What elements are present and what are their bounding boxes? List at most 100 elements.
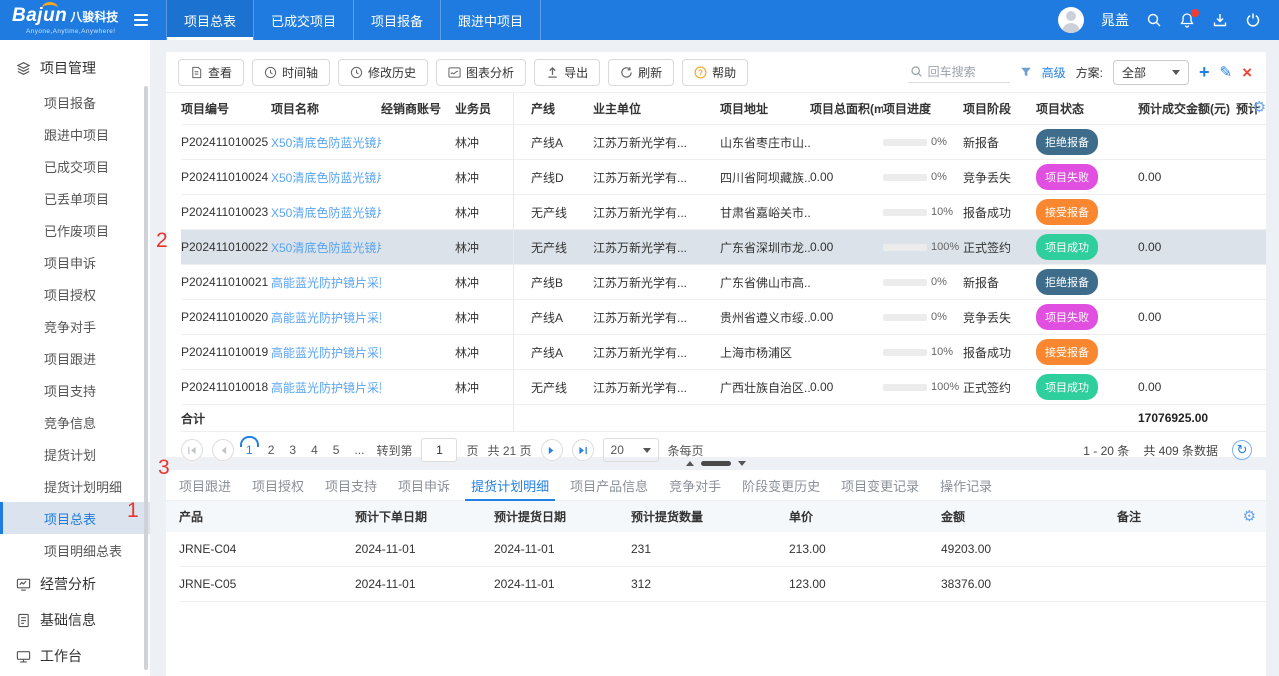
toolbar-button-帮助[interactable]: ?帮助 — [682, 59, 748, 86]
column-header-7[interactable]: 项目地址 — [720, 100, 810, 117]
status-badge[interactable]: 项目失败 — [1036, 164, 1098, 190]
toolbar-button-图表分析[interactable]: 图表分析 — [436, 59, 526, 86]
panel-splitter-handle[interactable] — [686, 461, 746, 466]
detail-tab-阶段变更历史[interactable]: 阶段变更历史 — [742, 470, 820, 501]
project-name-link[interactable]: 高能蓝光防护镜片采购... — [271, 276, 381, 290]
pager-page-5[interactable]: 5 — [330, 443, 343, 457]
project-name-link[interactable]: X50清底色防蓝光镜片... — [271, 136, 381, 150]
top-tab-2[interactable]: 已成交项目 — [254, 0, 354, 40]
sidebar-item-项目报备[interactable]: 项目报备 — [0, 86, 150, 118]
search-input[interactable] — [928, 65, 1008, 79]
download-icon[interactable] — [1212, 12, 1228, 28]
global-search-icon[interactable] — [1146, 12, 1162, 28]
pager-page-4[interactable]: 4 — [308, 443, 321, 457]
detail-row[interactable]: JRNE-C042024-11-012024-11-01231213.00492… — [179, 532, 1266, 567]
column-header-12[interactable]: 预计成交金额(元) — [1124, 100, 1236, 117]
detail-column-header-2[interactable]: 预计下单日期 — [355, 508, 494, 525]
detail-column-header-1[interactable]: 产品 — [179, 508, 355, 525]
detail-column-header-6[interactable]: 金额 — [941, 508, 1117, 525]
column-header-10[interactable]: 项目阶段 — [963, 100, 1036, 117]
edit-scheme-button[interactable]: ✎ — [1220, 65, 1233, 80]
table-row[interactable]: P202411010019高能蓝光防护镜片采购...林冲产线A江苏万新光学有..… — [181, 335, 1266, 370]
project-name-link[interactable]: X50清底色防蓝光镜片... — [271, 241, 381, 255]
status-badge[interactable]: 拒绝报备 — [1036, 129, 1098, 155]
toolbar-button-修改历史[interactable]: 修改历史 — [338, 59, 428, 86]
status-badge[interactable]: 项目成功 — [1036, 234, 1098, 260]
pager-page-3[interactable]: 3 — [286, 443, 299, 457]
splitter-bar[interactable] — [701, 461, 731, 466]
detail-tab-项目授权[interactable]: 项目授权 — [252, 470, 304, 501]
detail-tab-竞争对手[interactable]: 竞争对手 — [669, 470, 721, 501]
top-tab-1[interactable]: 项目总表 — [166, 0, 254, 40]
sidebar-item-竞争对手[interactable]: 竞争对手 — [0, 310, 150, 342]
sidebar-group-工作台[interactable]: 工作台 — [0, 638, 150, 674]
toolbar-button-刷新[interactable]: 刷新 — [608, 59, 674, 86]
toolbar-button-查看[interactable]: 查看 — [178, 59, 244, 86]
collapse-down-icon[interactable] — [738, 461, 746, 466]
detail-row[interactable]: JRNE-C052024-11-012024-11-01312123.00383… — [179, 567, 1266, 602]
status-badge[interactable]: 项目成功 — [1036, 374, 1098, 400]
column-header-6[interactable]: 业主单位 — [593, 100, 720, 117]
toolbar-button-导出[interactable]: 导出 — [534, 59, 600, 86]
project-name-link[interactable]: X50清底色防蓝光镜片... — [271, 171, 381, 185]
project-name-link[interactable]: 高能蓝光防护镜片采购... — [271, 381, 381, 395]
status-badge[interactable]: 拒绝报备 — [1036, 269, 1098, 295]
detail-tab-项目跟进[interactable]: 项目跟进 — [179, 470, 231, 501]
sidebar-item-项目支持[interactable]: 项目支持 — [0, 374, 150, 406]
table-row[interactable]: P202411010025X50清底色防蓝光镜片...林冲产线A江苏万新光学有.… — [181, 125, 1266, 160]
sidebar-scrollbar[interactable] — [144, 86, 148, 670]
column-header-3[interactable]: 经销商账号 — [381, 100, 455, 117]
status-badge[interactable]: 项目失败 — [1036, 304, 1098, 330]
sidebar-item-提货计划明细[interactable]: 提货计划明细 — [0, 470, 150, 502]
table-row[interactable]: P202411010020高能蓝光防护镜片采购...林冲产线A江苏万新光学有..… — [181, 300, 1266, 335]
filter-funnel-icon[interactable] — [1020, 66, 1032, 78]
sidebar-item-已作废项目[interactable]: 已作废项目 — [0, 214, 150, 246]
detail-column-header-4[interactable]: 预计提货数量 — [631, 508, 789, 525]
sidebar-item-提货计划[interactable]: 提货计划 — [0, 438, 150, 470]
table-row[interactable]: P202411010023X50清底色防蓝光镜片...林冲无产线江苏万新光学有.… — [181, 195, 1266, 230]
detail-column-header-3[interactable]: 预计提货日期 — [494, 508, 631, 525]
column-header-1[interactable]: 项目编号 — [181, 100, 271, 117]
sidebar-item-项目明细总表[interactable]: 项目明细总表 — [0, 534, 150, 566]
user-name[interactable]: 晁盖 — [1101, 10, 1129, 30]
power-logout-icon[interactable] — [1245, 12, 1261, 28]
table-row[interactable]: P202411010021高能蓝光防护镜片采购...林冲产线B江苏万新光学有..… — [181, 265, 1266, 300]
sidebar-group-项目管理[interactable]: 项目管理 — [0, 50, 150, 86]
column-header-2[interactable]: 项目名称 — [271, 100, 381, 117]
sidebar-item-项目申诉[interactable]: 项目申诉 — [0, 246, 150, 278]
column-settings-gear-icon[interactable]: ⚙ — [1253, 100, 1266, 115]
project-name-link[interactable]: 高能蓝光防护镜片采购... — [271, 346, 381, 360]
add-scheme-button[interactable]: + — [1199, 63, 1210, 81]
detail-column-settings-gear-icon[interactable]: ⚙ — [1243, 509, 1256, 524]
detail-tab-提货计划明细[interactable]: 提货计划明细 — [471, 470, 549, 501]
detail-tab-项目产品信息[interactable]: 项目产品信息 — [570, 470, 648, 501]
sidebar-item-项目跟进[interactable]: 项目跟进 — [0, 342, 150, 374]
detail-tab-项目申诉[interactable]: 项目申诉 — [398, 470, 450, 501]
top-tab-4[interactable]: 跟进中项目 — [441, 0, 541, 40]
sidebar-item-已丢单项目[interactable]: 已丢单项目 — [0, 182, 150, 214]
detail-tab-项目支持[interactable]: 项目支持 — [325, 470, 377, 501]
column-header-5[interactable]: 产线 — [513, 93, 593, 124]
column-header-11[interactable]: 项目状态 — [1036, 100, 1124, 117]
delete-scheme-button[interactable]: × — [1242, 64, 1252, 81]
detail-column-header-5[interactable]: 单价 — [789, 508, 941, 525]
detail-tab-操作记录[interactable]: 操作记录 — [940, 470, 992, 501]
detail-tab-项目变更记录[interactable]: 项目变更记录 — [841, 470, 919, 501]
collapse-up-icon[interactable] — [686, 461, 694, 466]
sidebar-group-经营分析[interactable]: 经营分析 — [0, 566, 150, 602]
sidebar-item-项目授权[interactable]: 项目授权 — [0, 278, 150, 310]
project-name-link[interactable]: X50清底色防蓝光镜片... — [271, 206, 381, 220]
column-header-4[interactable]: 业务员 — [455, 100, 513, 117]
project-name-link[interactable]: 高能蓝光防护镜片采购... — [271, 311, 381, 325]
sidebar-item-竞争信息[interactable]: 竞争信息 — [0, 406, 150, 438]
notifications-bell-icon[interactable] — [1179, 12, 1195, 28]
top-tab-3[interactable]: 项目报备 — [354, 0, 441, 40]
sidebar-group-基础信息[interactable]: 基础信息 — [0, 602, 150, 638]
app-logo[interactable]: Bajun 八骏科技 Anyone,Anytime,Anywhere! — [0, 5, 128, 35]
advanced-filter-link[interactable]: 高级 — [1042, 64, 1066, 81]
scheme-select[interactable]: 全部 — [1113, 60, 1189, 85]
pager-page-...[interactable]: ... — [351, 443, 367, 457]
pager-page-1[interactable]: 1 — [243, 443, 256, 457]
sidebar-item-跟进中项目[interactable]: 跟进中项目 — [0, 118, 150, 150]
toolbar-button-时间轴[interactable]: 时间轴 — [252, 59, 330, 86]
